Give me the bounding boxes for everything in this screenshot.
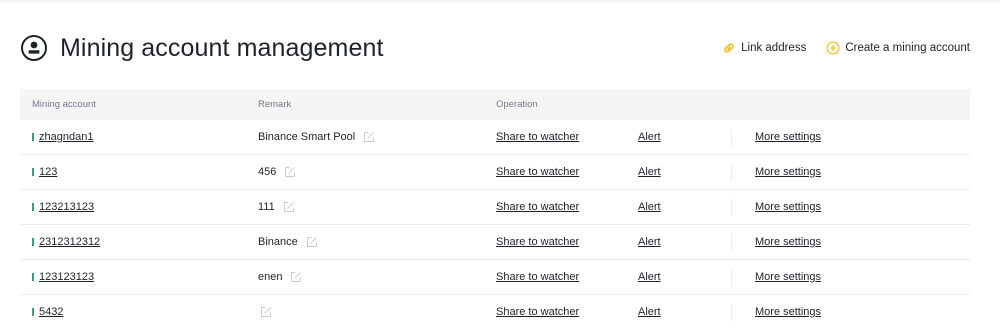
create-mining-account-button[interactable]: Create a mining account [826,41,970,55]
table-header: Mining account Remark Operation [20,89,970,120]
table-row: 123123123 enen Share to watcher Alert Mo… [20,260,970,295]
edit-icon[interactable] [260,306,272,318]
more-settings-link[interactable]: More settings [755,236,821,248]
edit-icon[interactable] [306,236,318,248]
more-settings-link[interactable]: More settings [755,306,821,318]
remark-cell: 111 [258,201,496,213]
header-operation: Operation [496,99,538,110]
table-row: 2312312312 Binance Share to watcher Aler… [20,225,970,260]
remark-cell: enen [258,271,496,283]
more-settings-link[interactable]: More settings [755,166,821,178]
account-cell: 123 [20,166,258,178]
table-row: 123213123 111 Share to watcher Alert Mor… [20,190,970,225]
operation-divider [731,233,732,251]
create-mining-account-label: Create a mining account [845,42,970,54]
share-to-watcher-link[interactable]: Share to watcher [496,201,638,213]
row-marker [32,238,34,246]
remark-text: 111 [258,201,275,213]
header-mining-account: Mining account [32,99,96,110]
account-link[interactable]: zhagndan1 [39,131,93,143]
operation-cell: Share to watcher Alert More settings [496,303,970,321]
operation-divider [731,163,732,181]
operation-cell: Share to watcher Alert More settings [496,233,970,251]
row-marker [32,308,34,316]
remark-cell: 456 [258,166,496,178]
table-row: 5432 Share to watcher Alert More setting… [20,295,970,328]
operation-cell: Share to watcher Alert More settings [496,268,970,286]
operation-cell: Share to watcher Alert More settings [496,163,970,181]
link-address-label: Link address [741,42,807,54]
row-marker [32,133,34,141]
top-divider [0,0,1000,3]
alert-link[interactable]: Alert [638,131,731,143]
more-settings-link[interactable]: More settings [755,131,821,143]
user-account-icon [20,34,48,62]
account-cell: 2312312312 [20,236,258,248]
remark-cell: Binance Smart Pool [258,131,496,143]
remark-cell [258,306,496,318]
alert-link[interactable]: Alert [638,271,731,283]
account-link[interactable]: 123 [39,166,57,178]
remark-cell: Binance [258,236,496,248]
alert-link[interactable]: Alert [638,236,731,248]
account-cell: 123213123 [20,201,258,213]
add-circle-icon [826,41,840,55]
account-cell: 5432 [20,306,258,318]
account-cell: zhagndan1 [20,131,258,143]
operation-divider [731,268,732,286]
page-header: Mining account management Link address C… [20,30,970,66]
page-title: Mining account management [60,33,384,62]
remark-text: Binance [258,236,298,248]
operation-divider [731,198,732,216]
remark-text: 456 [258,166,277,178]
remark-text: Binance Smart Pool [258,131,356,143]
more-settings-link[interactable]: More settings [755,271,821,283]
remark-text: enen [258,271,283,283]
operation-cell: Share to watcher Alert More settings [496,128,970,146]
alert-link[interactable]: Alert [638,166,731,178]
edit-icon[interactable] [290,271,302,283]
account-link[interactable]: 5432 [39,306,63,318]
row-marker [32,168,34,176]
account-link[interactable]: 2312312312 [39,236,100,248]
share-to-watcher-link[interactable]: Share to watcher [496,271,638,283]
account-link[interactable]: 123213123 [39,201,94,213]
edit-icon[interactable] [284,166,296,178]
share-to-watcher-link[interactable]: Share to watcher [496,306,638,318]
header-remark: Remark [258,99,292,110]
account-link[interactable]: 123123123 [39,271,94,283]
header-actions: Link address Create a mining account [722,41,970,55]
alert-link[interactable]: Alert [638,306,731,318]
operation-cell: Share to watcher Alert More settings [496,198,970,216]
row-marker [32,273,34,281]
edit-icon[interactable] [363,131,375,143]
share-to-watcher-link[interactable]: Share to watcher [496,131,638,143]
account-cell: 123123123 [20,271,258,283]
row-marker [32,203,34,211]
table-row: 123 456 Share to watcher Alert More sett… [20,155,970,190]
operation-divider [731,128,732,146]
operation-divider [731,303,732,321]
more-settings-link[interactable]: More settings [755,201,821,213]
share-to-watcher-link[interactable]: Share to watcher [496,166,638,178]
edit-icon[interactable] [283,201,295,213]
table-row: zhagndan1 Binance Smart Pool Share to wa… [20,120,970,155]
share-to-watcher-link[interactable]: Share to watcher [496,236,638,248]
link-address-button[interactable]: Link address [722,41,806,55]
alert-link[interactable]: Alert [638,201,731,213]
mining-accounts-table: Mining account Remark Operation zhagndan… [20,89,970,328]
link-icon [722,41,736,55]
